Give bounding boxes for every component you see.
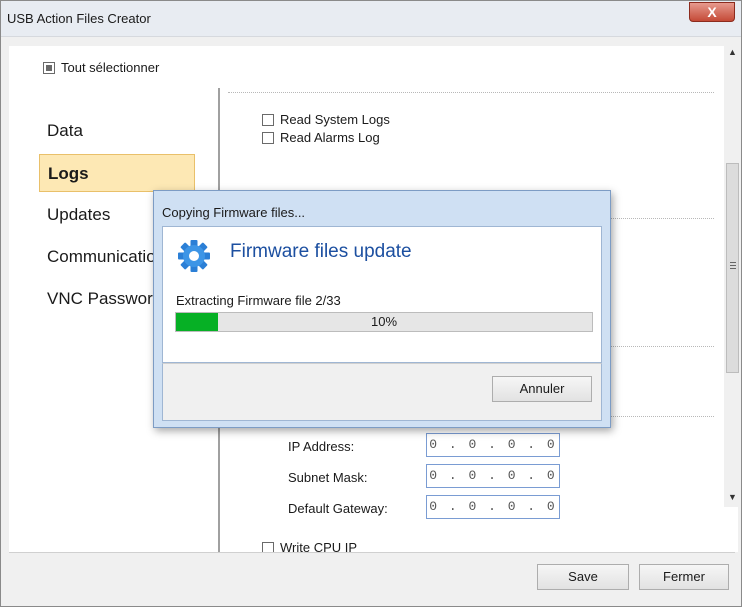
- dialog-body: Firmware files update Extracting Firmwar…: [162, 226, 602, 363]
- progress-dialog: Copying Firmware files... Firmware files…: [153, 190, 611, 428]
- option-label: Read System Logs: [280, 112, 390, 127]
- ip-address-label: IP Address:: [288, 439, 355, 454]
- checkbox-icon: [262, 131, 274, 144]
- default-gateway-input[interactable]: 0 . 0 . 0 . 0: [426, 495, 560, 519]
- checkbox-icon: [262, 541, 274, 552]
- section-divider: [228, 92, 714, 93]
- window-title: USB Action Files Creator: [7, 11, 151, 26]
- read-alarms-log-checkbox[interactable]: Read Alarms Log: [262, 130, 380, 145]
- write-cpu-ip-checkbox[interactable]: Write CPU IP: [262, 540, 357, 552]
- option-label: Write CPU IP: [280, 540, 358, 552]
- progress-bar: 10%: [175, 312, 593, 332]
- scroll-thumb[interactable]: [726, 163, 739, 373]
- dialog-title: Copying Firmware files...: [162, 205, 306, 220]
- panel-scrollbar[interactable]: ▲ ▼: [724, 43, 741, 507]
- scroll-down-arrow-icon[interactable]: ▼: [727, 492, 738, 503]
- default-gateway-label: Default Gateway:: [288, 501, 388, 516]
- scroll-up-arrow-icon[interactable]: ▲: [727, 47, 738, 58]
- grip-line: [730, 268, 736, 269]
- bottom-button-bar: Save Fermer: [9, 552, 735, 598]
- progress-status-text: Extracting Firmware file 2/33: [176, 293, 341, 308]
- annuler-button[interactable]: Annuler: [492, 376, 592, 402]
- dialog-footer: Annuler: [162, 363, 602, 421]
- subnet-mask-input[interactable]: 0 . 0 . 0 . 0: [426, 464, 560, 488]
- subnet-mask-label: Subnet Mask:: [288, 470, 368, 485]
- grip-line: [730, 265, 736, 266]
- grip-line: [730, 262, 736, 263]
- select-all-checkbox[interactable]: Tout sélectionner: [43, 60, 159, 75]
- title-bar: USB Action Files Creator X: [1, 1, 741, 37]
- nav-item-data[interactable]: Data: [39, 112, 195, 150]
- read-system-logs-checkbox[interactable]: Read System Logs: [262, 112, 390, 127]
- close-window-button[interactable]: X: [689, 2, 735, 22]
- close-icon: X: [707, 4, 717, 20]
- option-label: Read Alarms Log: [280, 130, 380, 145]
- ip-address-input[interactable]: 0 . 0 . 0 . 0: [426, 433, 560, 457]
- select-all-label: Tout sélectionner: [61, 60, 160, 75]
- fermer-button[interactable]: Fermer: [639, 564, 729, 590]
- checkbox-icon: [262, 113, 274, 126]
- checkbox-indeterminate-icon: [43, 61, 55, 74]
- gear-icon: [178, 240, 210, 272]
- nav-item-logs[interactable]: Logs: [39, 154, 195, 192]
- dialog-heading: Firmware files update: [230, 241, 412, 262]
- progress-percent-label: 10%: [370, 314, 398, 329]
- save-button[interactable]: Save: [537, 564, 629, 590]
